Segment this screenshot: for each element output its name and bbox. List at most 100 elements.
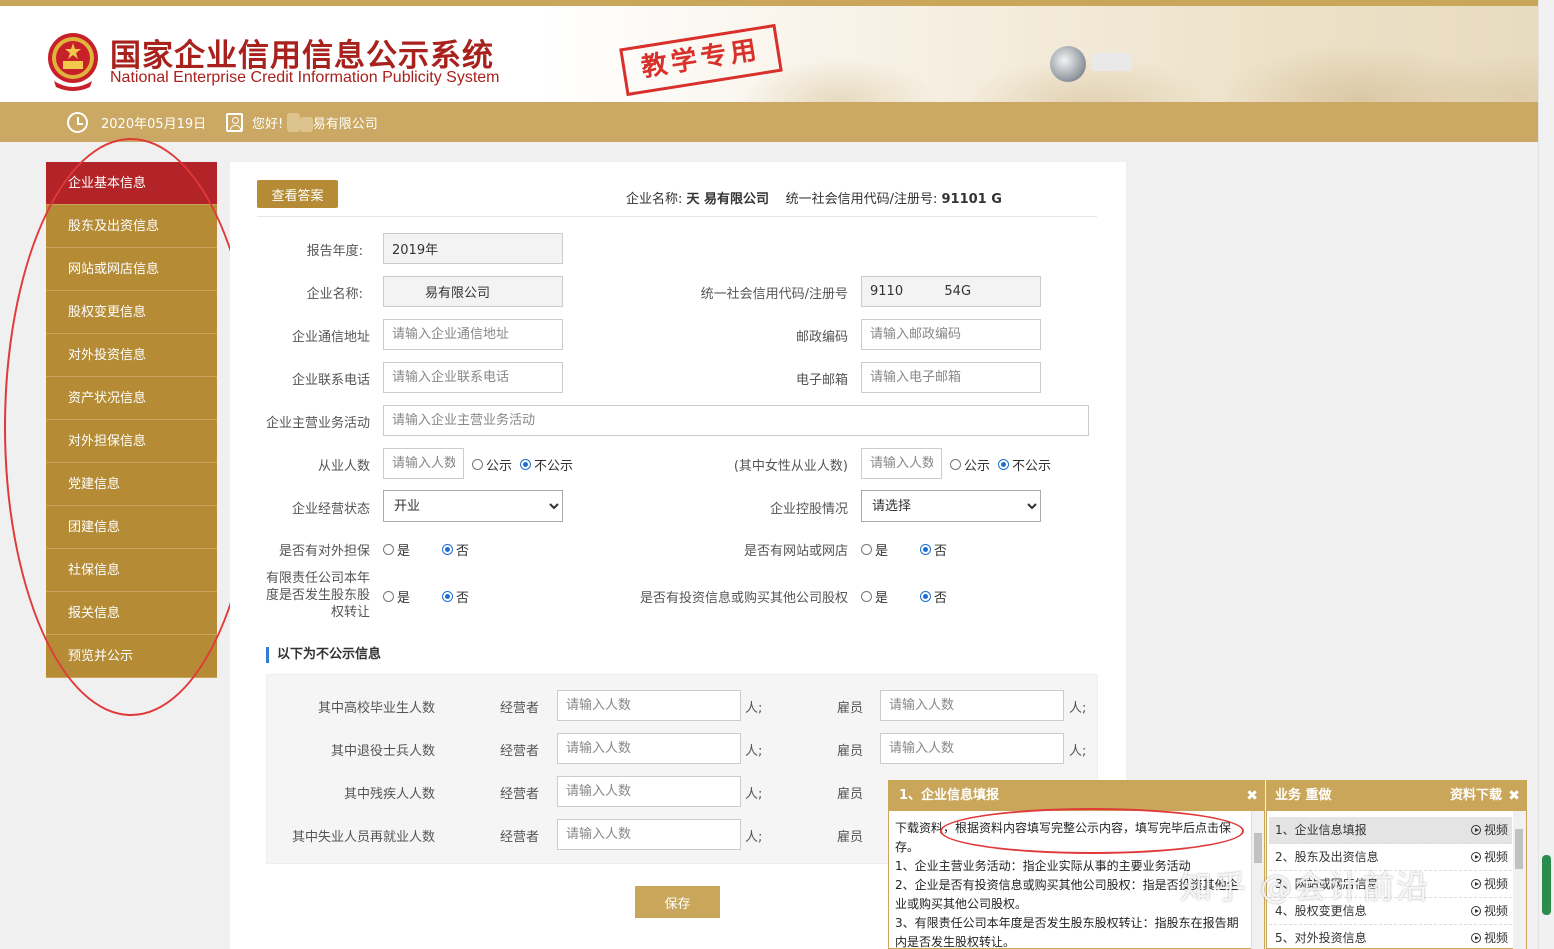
avatar[interactable] [1050, 46, 1086, 82]
status-select[interactable]: 开业 [383, 490, 563, 522]
public-option-label: 公示 [964, 459, 991, 474]
female-employees-input[interactable] [861, 448, 942, 479]
company-name-value: 天 易有限公司 [686, 192, 770, 207]
yes-label: 是 [875, 544, 889, 559]
postcode-input[interactable] [861, 319, 1041, 350]
sidebar-item-website[interactable]: 网站或网店信息 [46, 248, 217, 291]
video-link[interactable]: 视频 [1470, 817, 1508, 844]
transfer-yes-radio[interactable]: 是 [383, 587, 410, 606]
employees-private-radio[interactable]: 不公示 [520, 455, 573, 474]
email-input[interactable] [861, 362, 1041, 393]
sidebar-item-party[interactable]: 党建信息 [46, 463, 217, 506]
tasks-scrollbar[interactable] [1513, 811, 1526, 949]
greeting-mask-pad [300, 117, 313, 132]
unit-label: 人; [1069, 701, 1087, 716]
sidebar-item-guarantee[interactable]: 对外担保信息 [46, 420, 217, 463]
scroll-thumb[interactable] [1515, 829, 1523, 869]
tasks-popup-title[interactable]: 业务 重做 [1275, 788, 1332, 803]
female-public-radio[interactable]: 公示 [950, 455, 990, 474]
close-icon[interactable]: ✖ [1508, 781, 1520, 811]
company-name-field[interactable] [383, 276, 563, 307]
sidebar-item-equity-change[interactable]: 股权变更信息 [46, 291, 217, 334]
disabled-label: 其中残疾人人数 [343, 787, 435, 802]
address-input[interactable] [383, 319, 563, 350]
sidebar-item-shareholders[interactable]: 股东及出资信息 [46, 205, 217, 248]
radio-dot-selected[interactable] [442, 544, 453, 555]
guarantee-no-radio[interactable]: 否 [442, 540, 469, 559]
veterans-operator-input[interactable] [557, 733, 741, 764]
sidebar-item-assets[interactable]: 资产状况信息 [46, 377, 217, 420]
credit-code-field[interactable] [861, 276, 1041, 307]
yes-label: 是 [397, 544, 411, 559]
current-date: 2020年05月19日 [101, 117, 207, 132]
female-employees-label: (其中女性从业人数) [733, 459, 848, 474]
radio-dot[interactable] [861, 591, 872, 602]
operator-label: 经营者 [499, 701, 539, 716]
task-item[interactable]: 5、对外投资信息 视频 [1269, 925, 1512, 949]
sidebar-item-preview-publish[interactable]: 预览并公示 [46, 635, 217, 678]
reemployed-operator-input[interactable] [557, 819, 741, 850]
website-yes-radio[interactable]: 是 [861, 540, 888, 559]
radio-dot[interactable] [383, 591, 394, 602]
save-button[interactable]: 保存 [635, 886, 720, 918]
scroll-thumb[interactable] [1254, 833, 1262, 863]
company-name-label: 企业名称: [626, 192, 683, 207]
radio-dot-selected[interactable] [998, 459, 1009, 470]
radio-dot-selected[interactable] [520, 459, 531, 470]
employees-label: 从业人数 [317, 459, 370, 474]
invest-no-radio[interactable]: 否 [920, 587, 947, 606]
sidebar-nav: 企业基本信息 股东及出资信息 网站或网店信息 股权变更信息 对外投资信息 资产状… [46, 162, 217, 678]
yes-label: 是 [397, 591, 411, 606]
veterans-employee-input[interactable] [880, 733, 1064, 764]
guarantee-yes-radio[interactable]: 是 [383, 540, 410, 559]
employees-public-radio[interactable]: 公示 [472, 455, 512, 474]
holding-select[interactable]: 请选择 [861, 490, 1041, 522]
operator-label: 经营者 [499, 744, 539, 759]
radio-dot-selected[interactable] [442, 591, 453, 602]
close-icon[interactable]: ✖ [1246, 781, 1258, 811]
unit-label: 人; [745, 787, 763, 802]
transfer-no-radio[interactable]: 否 [442, 587, 469, 606]
sidebar-item-league[interactable]: 团建信息 [46, 506, 217, 549]
page-scroll-thumb[interactable] [1542, 855, 1551, 915]
video-link[interactable]: 视频 [1470, 898, 1508, 925]
sidebar-item-customs[interactable]: 报关信息 [46, 592, 217, 635]
graduates-employee-input[interactable] [880, 690, 1064, 721]
download-materials-link[interactable]: 资料下载 [1450, 781, 1502, 811]
invest-label: 是否有投资信息或购买其他公司股权 [639, 591, 848, 606]
veterans-label: 其中退役士兵人数 [330, 744, 435, 759]
website-no-radio[interactable]: 否 [920, 540, 947, 559]
female-private-radio[interactable]: 不公示 [998, 455, 1051, 474]
sidebar-item-investment[interactable]: 对外投资信息 [46, 334, 217, 377]
unit-label: 人; [745, 830, 763, 845]
sidebar-item-social-security[interactable]: 社保信息 [46, 549, 217, 592]
business-input[interactable] [383, 405, 1089, 436]
video-link[interactable]: 视频 [1470, 844, 1508, 871]
video-link[interactable]: 视频 [1470, 871, 1508, 898]
invest-yes-radio[interactable]: 是 [861, 587, 888, 606]
radio-dot[interactable] [472, 459, 483, 470]
unit-label: 人; [745, 744, 763, 759]
play-icon [1470, 852, 1481, 862]
email-label: 电子邮箱 [795, 373, 848, 388]
disabled-operator-input[interactable] [557, 776, 741, 807]
view-answer-button[interactable]: 查看答案 [257, 180, 338, 208]
radio-dot[interactable] [383, 544, 394, 555]
graduates-operator-input[interactable] [557, 690, 741, 721]
report-year-field[interactable] [383, 233, 563, 264]
phone-input[interactable] [383, 362, 563, 393]
sidebar-item-basic-info[interactable]: 企业基本信息 [46, 162, 217, 205]
play-icon [1470, 906, 1481, 916]
divider [257, 216, 1097, 217]
radio-dot-selected[interactable] [920, 591, 931, 602]
employees-input[interactable] [383, 448, 464, 479]
video-link[interactable]: 视频 [1470, 925, 1508, 949]
radio-dot[interactable] [861, 544, 872, 555]
task-item[interactable]: 1、企业信息填报 视频 [1269, 817, 1512, 844]
credit-code-value: 91101 G [941, 192, 1002, 207]
radio-dot-selected[interactable] [920, 544, 931, 555]
radio-dot[interactable] [950, 459, 961, 470]
video-label: 视频 [1483, 823, 1508, 837]
page-scrollbar[interactable] [1538, 0, 1554, 949]
business-label: 企业主营业务活动 [265, 416, 370, 431]
